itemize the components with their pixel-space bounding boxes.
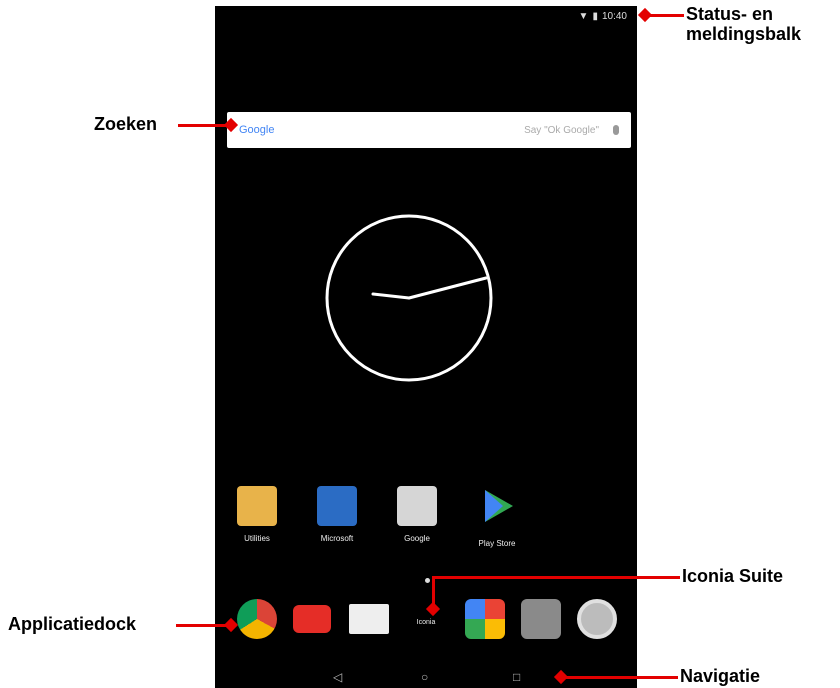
search-bar[interactable]: Google Say "Ok Google" [227,112,631,148]
photos-icon[interactable] [465,599,505,639]
camera-icon[interactable] [521,599,561,639]
callout-line-iconia-h [432,576,680,579]
callout-marker-status [637,7,653,23]
office-icon [317,486,357,526]
app-label: Play Store [478,539,516,548]
wifi-icon: ▼ [578,11,589,22]
app-label: Microsoft [320,534,354,543]
analog-clock[interactable] [323,212,495,384]
callout-navigation: Navigatie [680,666,761,686]
recents-icon[interactable]: □ [513,670,520,684]
app-microsoft[interactable]: Microsoft [307,486,367,543]
search-hint: Say "Ok Google" [524,124,599,136]
play-store-icon [485,490,513,522]
app-utilities[interactable]: Utilities [227,486,287,543]
chrome-icon[interactable] [237,599,277,639]
callout-line-dock [176,624,230,627]
callout-status-bar: Status- en meldingsbalk [686,4,802,44]
callout-app-dock: Applicatiedock [8,614,137,634]
app-label: Utilities [244,534,270,543]
callout-search: Zoeken [94,114,158,134]
battery-icon: ▮ [592,11,598,22]
app-play-store[interactable]: Play Store [467,486,527,548]
back-icon[interactable]: ◁ [333,670,342,684]
home-icon[interactable]: ○ [421,670,428,684]
youtube-icon[interactable] [293,605,331,633]
settings-icon[interactable] [577,599,617,639]
search-brand: Google [239,124,275,136]
page-indicator-dot [425,578,430,583]
status-time: 10:40 [601,11,627,22]
google-folder-icon [397,486,437,526]
callout-iconia-suite: Iconia Suite [682,566,784,586]
microphone-icon[interactable] [613,125,619,135]
callout-line-search [178,124,230,127]
tablet-screen: ▼ ▮ 10:40 Google Say "Ok Google" Utiliti… [215,6,637,688]
iconia-icon[interactable]: Iconia [411,619,441,626]
status-bar: ▼ ▮ 10:40 [579,11,627,22]
callout-line-nav [562,676,678,679]
gmail-icon[interactable] [349,604,389,634]
app-google[interactable]: Google [387,486,447,543]
folder-icon [237,486,277,526]
app-label: Google [404,534,430,543]
